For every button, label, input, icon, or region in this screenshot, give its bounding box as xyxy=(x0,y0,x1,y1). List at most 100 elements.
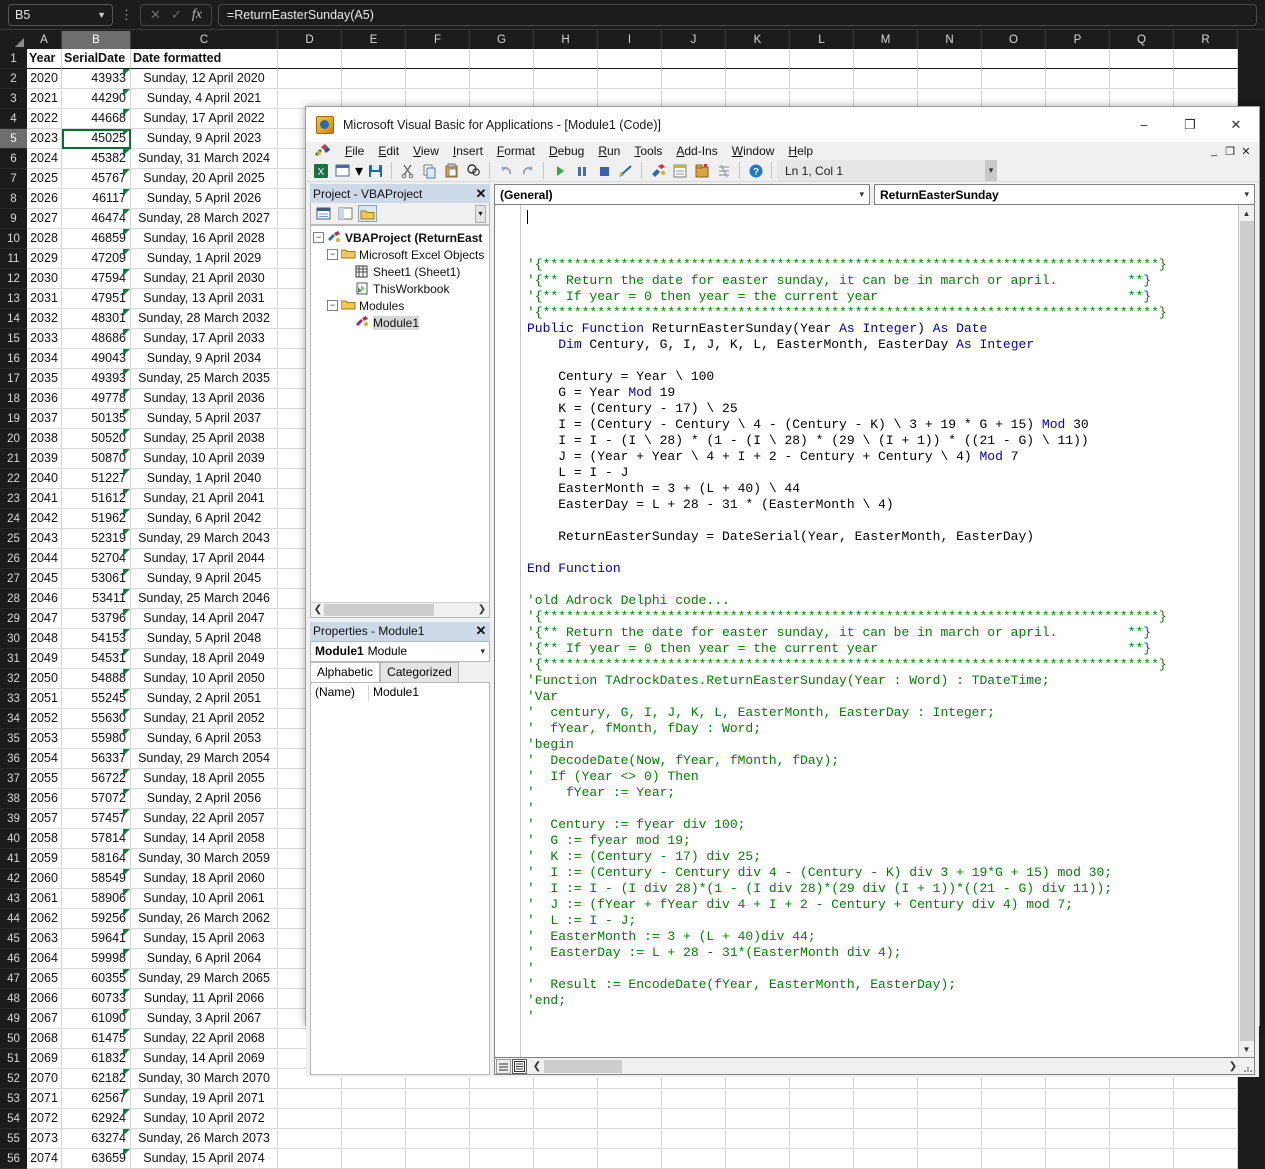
tab-alphabetic[interactable]: Alphabetic xyxy=(310,662,380,682)
column-header-D[interactable]: D xyxy=(278,31,342,49)
cell-B43[interactable]: 58906 xyxy=(62,889,131,909)
cell-I1[interactable] xyxy=(598,49,662,69)
project-tree[interactable]: −VBAProject (ReturnEast−Microsoft Excel … xyxy=(310,225,490,618)
cell-L54[interactable] xyxy=(790,1109,854,1129)
doc-restore-button[interactable]: ❐ xyxy=(1223,145,1237,158)
menu-item-edit[interactable]: Edit xyxy=(371,142,406,160)
cell-B40[interactable]: 57814 xyxy=(62,829,131,849)
row-header-5[interactable]: 5 xyxy=(0,129,27,149)
object-browser-icon[interactable] xyxy=(691,160,712,181)
cell-B9[interactable]: 46474 xyxy=(62,209,131,229)
cell-B56[interactable]: 63659 xyxy=(62,1149,131,1169)
cell-D1[interactable] xyxy=(278,49,342,69)
cell-N1[interactable] xyxy=(918,49,982,69)
menu-item-view[interactable]: View xyxy=(406,142,446,160)
cell-I2[interactable] xyxy=(598,69,662,89)
cell-G54[interactable] xyxy=(470,1109,534,1129)
project-pane-close-icon[interactable]: ✕ xyxy=(472,185,490,202)
cell-C13[interactable]: Sunday, 13 April 2031 xyxy=(131,289,278,309)
cell-C11[interactable]: Sunday, 1 April 2029 xyxy=(131,249,278,269)
column-header-O[interactable]: O xyxy=(982,31,1046,49)
cell-G53[interactable] xyxy=(470,1089,534,1109)
view-object-icon[interactable] xyxy=(336,205,355,222)
cell-J55[interactable] xyxy=(662,1129,726,1149)
menu-item-debug[interactable]: Debug xyxy=(542,142,591,160)
view-code-icon[interactable] xyxy=(314,205,333,222)
cell-P54[interactable] xyxy=(1046,1109,1110,1129)
scroll-right-icon[interactable]: ❯ xyxy=(476,604,488,615)
cell-B36[interactable]: 56337 xyxy=(62,749,131,769)
cell-A44[interactable]: 2062 xyxy=(27,909,62,929)
cell-C14[interactable]: Sunday, 28 March 2032 xyxy=(131,309,278,329)
cell-A43[interactable]: 2061 xyxy=(27,889,62,909)
cell-C30[interactable]: Sunday, 5 April 2048 xyxy=(131,629,278,649)
cut-icon[interactable] xyxy=(397,160,418,181)
cell-B5[interactable]: 45025 xyxy=(62,129,131,149)
menu-item-add-ins[interactable]: Add-Ins xyxy=(669,142,724,160)
cell-C37[interactable]: Sunday, 18 April 2055 xyxy=(131,769,278,789)
column-header-C[interactable]: C xyxy=(131,31,278,49)
cell-H2[interactable] xyxy=(534,69,598,89)
cell-R56[interactable] xyxy=(1174,1149,1238,1169)
menu-item-insert[interactable]: Insert xyxy=(446,142,490,160)
hscroll-thumb[interactable] xyxy=(544,1060,622,1073)
cell-C49[interactable]: Sunday, 3 April 2067 xyxy=(131,1009,278,1029)
undo-icon[interactable] xyxy=(495,160,516,181)
cell-E56[interactable] xyxy=(342,1149,406,1169)
row-header-34[interactable]: 34 xyxy=(0,709,27,729)
cell-A35[interactable]: 2053 xyxy=(27,729,62,749)
cell-R54[interactable] xyxy=(1174,1109,1238,1129)
column-header-A[interactable]: A xyxy=(27,31,62,49)
cell-B54[interactable]: 62924 xyxy=(62,1109,131,1129)
cell-A53[interactable]: 2071 xyxy=(27,1089,62,1109)
chevron-down-icon[interactable]: ▾ xyxy=(480,646,485,657)
cell-Q53[interactable] xyxy=(1110,1089,1174,1109)
tree-node-microsoft-excel-objects[interactable]: −Microsoft Excel Objects xyxy=(313,246,489,263)
cell-C3[interactable]: Sunday, 4 April 2021 xyxy=(131,89,278,109)
cell-J2[interactable] xyxy=(662,69,726,89)
cell-A16[interactable]: 2034 xyxy=(27,349,62,369)
row-header-47[interactable]: 47 xyxy=(0,969,27,989)
row-header-37[interactable]: 37 xyxy=(0,769,27,789)
cell-B41[interactable]: 58164 xyxy=(62,849,131,869)
cell-B12[interactable]: 47594 xyxy=(62,269,131,289)
cell-A8[interactable]: 2026 xyxy=(27,189,62,209)
row-header-33[interactable]: 33 xyxy=(0,689,27,709)
menu-item-help[interactable]: Help xyxy=(781,142,820,160)
full-module-view-icon[interactable] xyxy=(512,1059,527,1074)
cell-C15[interactable]: Sunday, 17 April 2033 xyxy=(131,329,278,349)
cell-Q2[interactable] xyxy=(1110,69,1174,89)
properties-pane-close-icon[interactable]: ✕ xyxy=(472,623,490,640)
cell-A2[interactable]: 2020 xyxy=(27,69,62,89)
insert-dropdown-icon[interactable]: ▾ xyxy=(354,160,364,181)
toolbox-icon[interactable] xyxy=(713,160,734,181)
cell-B17[interactable]: 49393 xyxy=(62,369,131,389)
cell-C54[interactable]: Sunday, 10 April 2072 xyxy=(131,1109,278,1129)
row-header-41[interactable]: 41 xyxy=(0,849,27,869)
help-icon[interactable]: ? xyxy=(745,160,766,181)
scroll-right-icon[interactable]: ❯ xyxy=(1226,1061,1240,1072)
paste-icon[interactable] xyxy=(441,160,462,181)
view-excel-icon[interactable]: X xyxy=(310,160,331,181)
row-header-3[interactable]: 3 xyxy=(0,89,27,109)
cell-A45[interactable]: 2063 xyxy=(27,929,62,949)
cell-A46[interactable]: 2064 xyxy=(27,949,62,969)
cell-B33[interactable]: 55245 xyxy=(62,689,131,709)
cell-B52[interactable]: 62182 xyxy=(62,1069,131,1089)
cell-A56[interactable]: 2074 xyxy=(27,1149,62,1169)
cell-P56[interactable] xyxy=(1046,1149,1110,1169)
cell-B31[interactable]: 54531 xyxy=(62,649,131,669)
row-header-51[interactable]: 51 xyxy=(0,1049,27,1069)
doc-close-button[interactable]: ✕ xyxy=(1239,145,1253,158)
cell-C44[interactable]: Sunday, 26 March 2062 xyxy=(131,909,278,929)
cell-B23[interactable]: 51612 xyxy=(62,489,131,509)
cell-A42[interactable]: 2060 xyxy=(27,869,62,889)
cell-C52[interactable]: Sunday, 30 March 2070 xyxy=(131,1069,278,1089)
row-header-54[interactable]: 54 xyxy=(0,1109,27,1129)
cell-C19[interactable]: Sunday, 5 April 2037 xyxy=(131,409,278,429)
cell-B8[interactable]: 46117 xyxy=(62,189,131,209)
column-header-B[interactable]: B xyxy=(62,31,131,49)
project-explorer-icon[interactable] xyxy=(647,160,668,181)
cell-J53[interactable] xyxy=(662,1089,726,1109)
cell-I54[interactable] xyxy=(598,1109,662,1129)
